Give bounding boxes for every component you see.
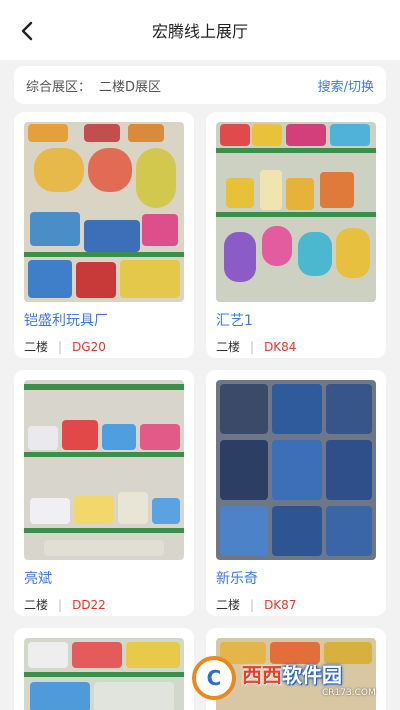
divider: | [250, 597, 255, 612]
shop-photo [24, 380, 184, 560]
shop-photo [216, 380, 376, 560]
zone-bar: 综合展区： 二楼D展区 搜索/切换 [14, 66, 386, 104]
shop-name: 铠盛利玩具厂 [24, 313, 108, 329]
watermark-logo: C [192, 656, 236, 700]
zone-value: 二楼D展区 [99, 79, 162, 95]
shop-meta: 二楼 | DD22 [24, 596, 184, 613]
shop-grid: 铠盛利玩具厂 二楼 | DG20 汇艺1 二楼 | DK84 亮斌 二楼 | D… [14, 112, 386, 710]
shop-card[interactable]: 亮斌 二楼 | DD22 [14, 370, 194, 616]
watermark-url: CR173.COM [322, 687, 376, 698]
divider: | [250, 339, 255, 354]
shop-photo [216, 122, 376, 302]
divider: | [58, 339, 63, 354]
booth-code: DK84 [264, 339, 297, 354]
shop-name: 亮斌 [24, 571, 52, 587]
watermark-brand: 西西软件园 [242, 662, 342, 687]
watermark: C 西西软件园 CR173.COM [192, 654, 382, 702]
floor-label: 二楼 [24, 598, 49, 612]
shop-name: 新乐奇 [216, 571, 258, 587]
page-title: 宏腾线上展厅 [151, 22, 248, 41]
shop-card[interactable]: 铠盛利玩具厂 二楼 | DG20 [14, 112, 194, 358]
shop-meta: 二楼 | DG20 [24, 338, 184, 355]
search-switch-link[interactable]: 搜索/切换 [318, 76, 374, 95]
floor-label: 二楼 [216, 598, 241, 612]
booth-code: DG20 [72, 339, 106, 354]
shop-card[interactable] [14, 628, 194, 710]
shop-photo [24, 638, 184, 710]
back-button[interactable] [14, 18, 40, 44]
shop-card[interactable]: 汇艺1 二楼 | DK84 [206, 112, 386, 358]
shop-photo [24, 122, 184, 302]
shop-name: 汇艺1 [216, 313, 253, 329]
booth-code: DK87 [264, 597, 297, 612]
shop-card[interactable]: 新乐奇 二楼 | DK87 [206, 370, 386, 616]
shop-meta: 二楼 | DK87 [216, 596, 376, 613]
divider: | [58, 597, 63, 612]
shop-meta: 二楼 | DK84 [216, 338, 376, 355]
zone-label: 综合展区： [26, 79, 92, 95]
floor-label: 二楼 [24, 340, 49, 354]
chevron-left-icon [21, 21, 33, 41]
watermark-text: 西西软件园 CR173.COM [242, 659, 376, 698]
zone-info: 综合展区： 二楼D展区 [26, 76, 161, 95]
top-bar: 宏腾线上展厅 [0, 0, 400, 60]
floor-label: 二楼 [216, 340, 241, 354]
booth-code: DD22 [72, 597, 106, 612]
